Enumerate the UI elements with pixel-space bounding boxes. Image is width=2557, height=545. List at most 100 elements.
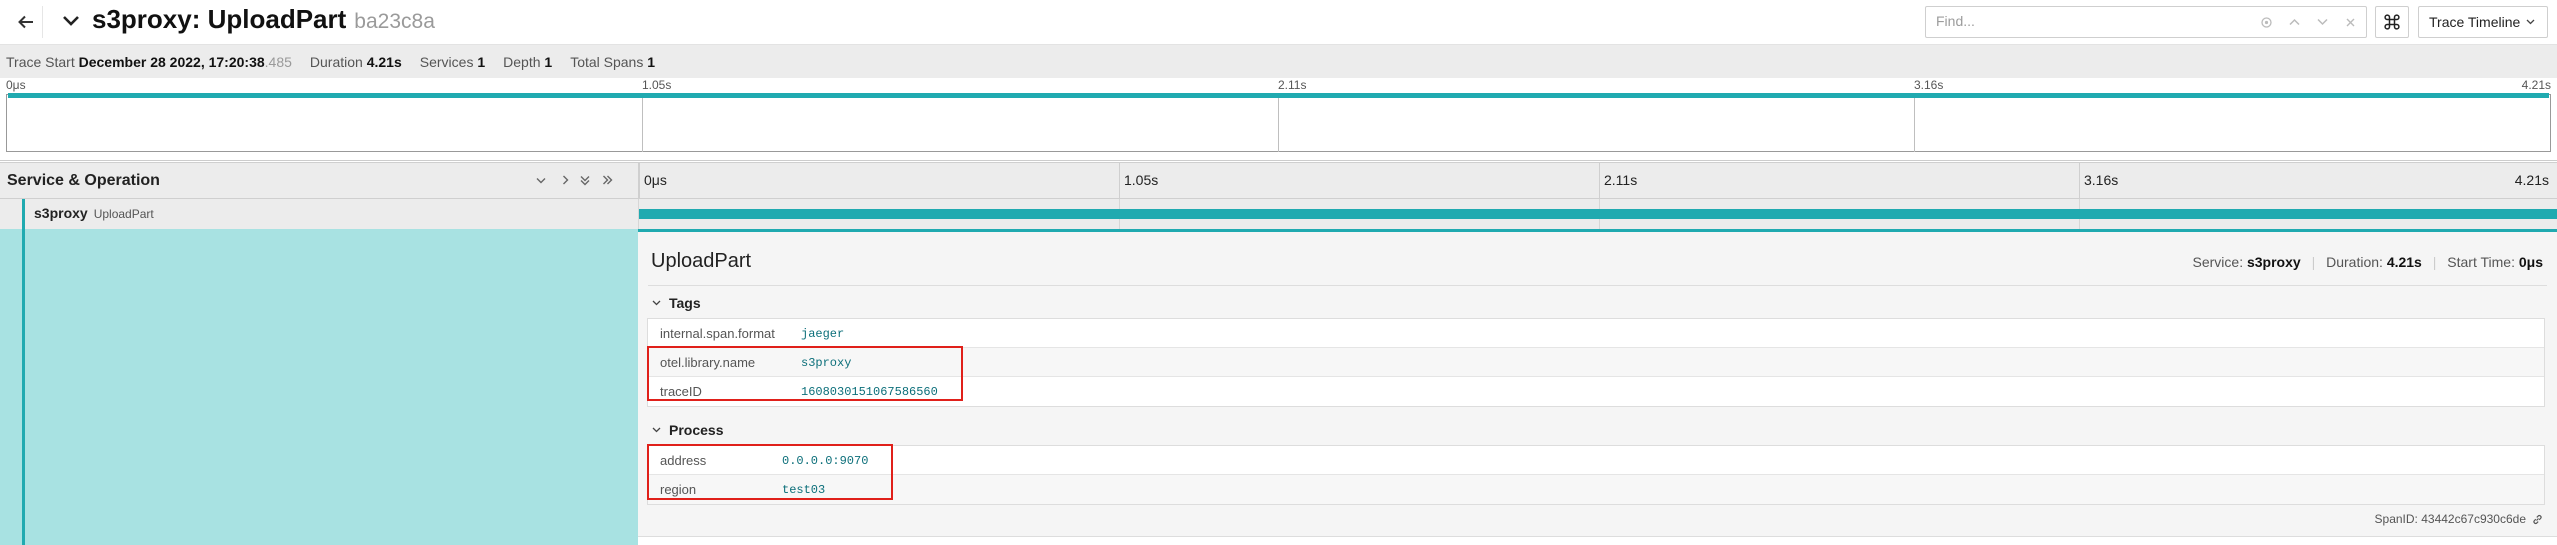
span-id: SpanID: 43442c67c930c6de	[2375, 512, 2543, 526]
detail-service-label: Service:	[2192, 254, 2244, 270]
detail-divider	[648, 285, 2547, 286]
chevron-down-icon	[63, 16, 79, 26]
tag-row[interactable]: traceID 1608030151067586560	[648, 377, 2544, 406]
tag-value: jaeger	[801, 327, 845, 341]
detail-duration-value: 4.21s	[2386, 254, 2422, 270]
trace-name: s3proxy: UploadPart	[92, 4, 347, 34]
locate-button[interactable]	[2252, 7, 2280, 37]
trace-start-label: Trace Start	[6, 53, 75, 70]
minimap-tick: 3.16s	[1914, 78, 1944, 92]
chevron-down-icon	[536, 177, 546, 183]
process-section-title: Process	[669, 422, 724, 438]
meta-separator: |	[2432, 254, 2437, 270]
chevron-down-icon	[2526, 19, 2535, 25]
minimap-tick: 1.05s	[642, 78, 672, 92]
trace-depth: Depth 1	[503, 54, 552, 70]
timeline-header: Service & Operation 0μs 1.05s 2.11s 3.16…	[0, 162, 2557, 199]
trace-services: Services 1	[420, 54, 485, 70]
trace-info-bar: Trace Start December 28 2022, 17:20:38.4…	[0, 45, 2557, 78]
double-chevron-down-icon	[580, 175, 590, 185]
span-operation-name: UploadPart	[93, 207, 154, 221]
process-row[interactable]: address 0.0.0.0:9070	[648, 446, 2544, 475]
collapse-one-button[interactable]	[531, 170, 551, 190]
locate-icon	[2260, 16, 2272, 28]
process-row[interactable]: region test03	[648, 475, 2544, 504]
collapse-trace-toggle[interactable]	[60, 10, 82, 32]
service-operation-title: Service & Operation	[7, 172, 160, 189]
depth-value: 1	[544, 53, 553, 70]
next-match-button[interactable]	[2308, 7, 2336, 37]
span-name-cell[interactable]: s3proxy UploadPart	[0, 199, 638, 229]
span-color-indicator	[22, 199, 25, 229]
meta-separator: |	[2311, 254, 2316, 270]
span-id-label: SpanID:	[2374, 512, 2418, 526]
total-spans-value: 1	[647, 53, 656, 70]
close-icon	[2346, 18, 2354, 26]
tag-row[interactable]: internal.span.format jaeger	[648, 319, 2544, 348]
tag-row[interactable]: otel.library.name s3proxy	[648, 348, 2544, 377]
back-button[interactable]	[10, 6, 43, 38]
timeline-tick: 3.16s	[2079, 163, 2118, 198]
back-arrow-icon	[18, 15, 33, 29]
span-detail-meta: Service: s3proxy | Duration: 4.21s | Sta…	[2193, 254, 2543, 270]
tag-key: otel.library.name	[660, 355, 756, 370]
tag-value: 1608030151067586560	[801, 385, 938, 399]
minimap-gridline	[642, 94, 643, 152]
services-value: 1	[477, 53, 486, 70]
trace-header: s3proxy: UploadPart ba23c8a Trace Timelin…	[0, 0, 2557, 45]
view-selector[interactable]: Trace Timeline	[2418, 6, 2548, 38]
process-section-toggle[interactable]: Process	[652, 422, 723, 438]
timeline-tick: 2.11s	[1599, 163, 1637, 198]
span-row[interactable]: s3proxy UploadPart	[0, 199, 2557, 230]
expand-all-button[interactable]	[597, 170, 617, 190]
duration-label: Duration	[309, 53, 363, 70]
collapse-all-button[interactable]	[575, 170, 595, 190]
copy-link-button[interactable]	[2532, 514, 2543, 525]
trace-duration: Duration 4.21s	[310, 54, 402, 70]
process-key: address	[660, 453, 707, 468]
page-bottom	[638, 537, 2557, 545]
process-table: address 0.0.0.0:9070 region test03	[647, 445, 2545, 505]
trace-total-spans: Total Spans 1	[570, 54, 655, 70]
command-key-icon	[2384, 14, 2400, 30]
chevron-right-icon	[562, 175, 568, 185]
span-duration-bar[interactable]	[639, 209, 2557, 219]
tags-table: internal.span.format jaeger otel.library…	[647, 318, 2545, 407]
chevron-down-icon	[652, 300, 661, 306]
span-detail-left-fill	[0, 229, 638, 545]
minimap-tick: 0μs	[6, 78, 26, 92]
detail-start-value: 0μs	[2518, 254, 2543, 270]
search-input[interactable]	[1926, 7, 2256, 35]
span-detail-accent	[22, 229, 25, 545]
duration-value: 4.21s	[366, 53, 402, 70]
minimap-tick: 2.11s	[1278, 78, 1307, 92]
tags-section-toggle[interactable]: Tags	[652, 295, 701, 311]
minimap-span-bar	[8, 93, 2549, 98]
process-key: region	[660, 482, 697, 497]
trace-id: ba23c8a	[354, 10, 435, 33]
double-chevron-right-icon	[602, 175, 612, 185]
services-label: Services	[419, 53, 474, 70]
span-detail-title: UploadPart	[651, 250, 752, 272]
span-service-name: s3proxy	[34, 205, 88, 221]
tag-key: traceID	[660, 384, 702, 399]
span-detail-panel: UploadPart Service: s3proxy | Duration: …	[638, 229, 2557, 537]
trace-title: s3proxy: UploadPart ba23c8a	[92, 4, 435, 35]
view-selector-label: Trace Timeline	[2429, 14, 2521, 30]
detail-service-value: s3proxy	[2246, 254, 2301, 270]
tags-section-title: Tags	[669, 295, 701, 311]
keyboard-shortcuts-button[interactable]	[2375, 6, 2409, 38]
span-id-value: 43442c67c930c6de	[2421, 512, 2526, 526]
expand-one-button[interactable]	[555, 170, 575, 190]
minimap-gridline	[1914, 94, 1915, 152]
depth-label: Depth	[503, 53, 541, 70]
link-icon	[2533, 514, 2542, 524]
detail-duration-label: Duration:	[2326, 254, 2383, 270]
find-box	[1925, 6, 2367, 38]
minimap-gridline	[1278, 94, 1279, 152]
process-value: 0.0.0.0:9070	[782, 454, 869, 468]
chevron-down-icon	[652, 427, 661, 433]
trace-start-ms: .485	[264, 53, 292, 70]
previous-match-button[interactable]	[2280, 7, 2308, 37]
clear-search-button[interactable]	[2336, 7, 2364, 37]
